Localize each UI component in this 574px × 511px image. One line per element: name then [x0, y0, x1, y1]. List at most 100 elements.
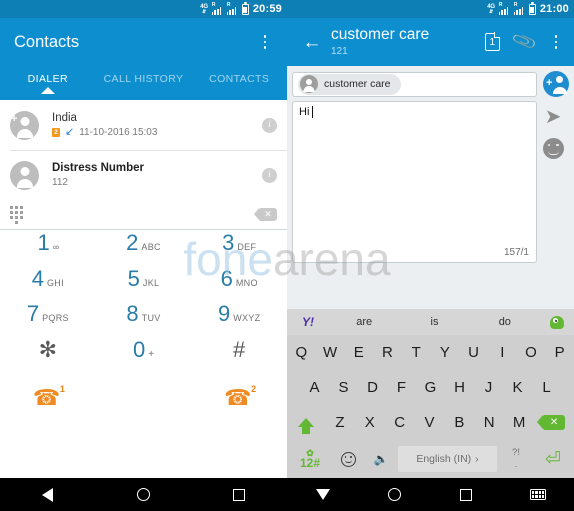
- key-s[interactable]: S: [329, 379, 358, 396]
- add-contact-avatar-icon[interactable]: +: [10, 110, 39, 140]
- yahoo-logo-icon[interactable]: Y!: [287, 315, 329, 329]
- switch-keyboard-button[interactable]: [502, 489, 574, 500]
- call-details-button[interactable]: i: [262, 117, 277, 133]
- more-vertical-icon[interactable]: [257, 35, 273, 49]
- key-t[interactable]: T: [402, 344, 431, 361]
- numeric-symbols-key[interactable]: ✿ 12#: [290, 449, 330, 470]
- suggestion-1[interactable]: are: [329, 316, 399, 328]
- dial-key-5[interactable]: 5 JKL: [96, 267, 192, 304]
- key-q[interactable]: Q: [287, 344, 316, 361]
- battery-icon: [241, 1, 249, 15]
- compose-area: customer care + Hi 157/1 ➤: [287, 66, 574, 263]
- key-a[interactable]: A: [300, 379, 329, 396]
- tab-call-history[interactable]: CALL HISTORY: [96, 66, 192, 85]
- sim-badge: 2: [251, 384, 257, 394]
- backspace-icon[interactable]: ✕: [534, 415, 574, 430]
- recents-button[interactable]: [431, 488, 503, 501]
- messaging-app-pane: 4G ⇵ R R 21:00 ← customer care 121 1 📎 c…: [287, 0, 574, 478]
- dialer-app-pane: 4G ⇵ R R 20:59 Contacts DIALER CALL HIST…: [0, 0, 287, 478]
- key-b[interactable]: B: [444, 414, 474, 431]
- key-o[interactable]: O: [517, 344, 546, 361]
- back-button[interactable]: [0, 487, 96, 502]
- enter-key-icon[interactable]: ⏎: [535, 450, 571, 469]
- suggestion-3[interactable]: do: [470, 316, 540, 328]
- key-u[interactable]: U: [459, 344, 488, 361]
- add-person-icon[interactable]: +: [543, 71, 569, 97]
- home-button[interactable]: [359, 488, 431, 501]
- recents-button[interactable]: [191, 488, 287, 501]
- key-f[interactable]: F: [387, 379, 416, 396]
- more-vertical-icon[interactable]: [548, 35, 564, 49]
- space-key[interactable]: English (IN) ›: [398, 446, 497, 472]
- dial-key-0[interactable]: 0 +: [96, 338, 192, 375]
- tab-contacts[interactable]: CONTACTS: [191, 66, 287, 85]
- call-log-info: Distress Number 112: [52, 162, 262, 188]
- emoji-key-icon[interactable]: [332, 451, 364, 467]
- call-button-sim2[interactable]: ☎ 2: [224, 384, 257, 413]
- key-l[interactable]: L: [532, 379, 561, 396]
- screenshot-stage: 4G ⇵ R R 20:59 Contacts DIALER CALL HIST…: [0, 0, 574, 511]
- home-circle-icon: [388, 488, 402, 501]
- key-v[interactable]: V: [415, 414, 445, 431]
- suggestion-2[interactable]: is: [399, 316, 469, 328]
- dial-key-star[interactable]: ✻: [0, 338, 96, 375]
- key-y[interactable]: Y: [431, 344, 460, 361]
- recipient-input[interactable]: customer care: [292, 71, 537, 97]
- emoji-icon[interactable]: [542, 138, 564, 159]
- dialpad-icon[interactable]: [10, 205, 23, 224]
- arrow-left-icon[interactable]: ←: [297, 33, 327, 52]
- call-handset-icon: ☎: [224, 385, 252, 410]
- table-row[interactable]: Distress Number 112 i: [0, 150, 287, 200]
- home-button[interactable]: [96, 488, 192, 501]
- key-d[interactable]: D: [358, 379, 387, 396]
- dial-key-9[interactable]: 9 WXYZ: [191, 303, 287, 339]
- call-button-sim1[interactable]: ☎ 1: [33, 384, 65, 413]
- dialer-tab-bar: DIALER CALL HISTORY CONTACTS: [0, 66, 287, 100]
- key-j[interactable]: J: [474, 379, 503, 396]
- keyboard-row-3: Z X C V B N M ✕: [287, 405, 574, 440]
- sim-card-icon[interactable]: 1: [484, 33, 500, 51]
- send-icon[interactable]: ➤: [545, 107, 562, 127]
- green-mascot-icon[interactable]: [540, 315, 574, 329]
- key-n[interactable]: N: [474, 414, 504, 431]
- hide-keyboard-button[interactable]: [287, 489, 359, 500]
- paperclip-icon[interactable]: 📎: [511, 28, 539, 55]
- dial-key-2[interactable]: 2 ABC: [96, 232, 192, 268]
- status-clock: 21:00: [539, 3, 569, 15]
- key-c[interactable]: C: [385, 414, 415, 431]
- dial-key-1[interactable]: 1 ∞: [0, 232, 96, 268]
- recipient-chip[interactable]: customer care: [298, 73, 401, 95]
- key-z[interactable]: Z: [325, 414, 355, 431]
- key-w[interactable]: W: [316, 344, 345, 361]
- message-row: Hi 157/1 ➤: [292, 101, 569, 263]
- dialpad-row: ✻ 0 + #: [0, 338, 287, 375]
- keyboard-row-2: A S D F G H J K L: [287, 370, 574, 405]
- network-type-indicator: 4G ⇵: [200, 3, 208, 15]
- key-e[interactable]: E: [344, 344, 373, 361]
- key-r[interactable]: R: [373, 344, 402, 361]
- key-h[interactable]: H: [445, 379, 474, 396]
- dial-key-7[interactable]: 7 PQRS: [0, 303, 96, 339]
- dial-key-3[interactable]: 3 DEF: [191, 232, 287, 268]
- dial-key-8[interactable]: 8 TUV: [96, 303, 192, 339]
- punctuation-key[interactable]: ?! .: [499, 447, 533, 471]
- sim-badge: 2: [52, 128, 60, 137]
- key-x[interactable]: X: [355, 414, 385, 431]
- table-row[interactable]: + India 2 ↙ 11-10-2016 15:03 i: [0, 100, 287, 150]
- microphone-icon[interactable]: 🔈: [366, 453, 396, 465]
- backspace-icon[interactable]: ✕: [254, 208, 277, 221]
- conversation-header: customer care 121: [331, 27, 485, 57]
- key-p[interactable]: P: [545, 344, 574, 361]
- key-k[interactable]: K: [503, 379, 532, 396]
- dial-key-6[interactable]: 6 MNO: [191, 267, 287, 304]
- call-details-button[interactable]: i: [262, 167, 277, 183]
- key-g[interactable]: G: [416, 379, 445, 396]
- message-input[interactable]: Hi 157/1: [292, 101, 537, 263]
- dial-key-4[interactable]: 4 GHI: [0, 267, 96, 304]
- compose-actions: ➤: [537, 101, 569, 159]
- tab-dialer[interactable]: DIALER: [0, 66, 96, 94]
- key-m[interactable]: M: [504, 414, 534, 431]
- dial-key-hash[interactable]: #: [191, 338, 287, 375]
- shift-icon[interactable]: [287, 418, 325, 434]
- key-i[interactable]: I: [488, 344, 517, 361]
